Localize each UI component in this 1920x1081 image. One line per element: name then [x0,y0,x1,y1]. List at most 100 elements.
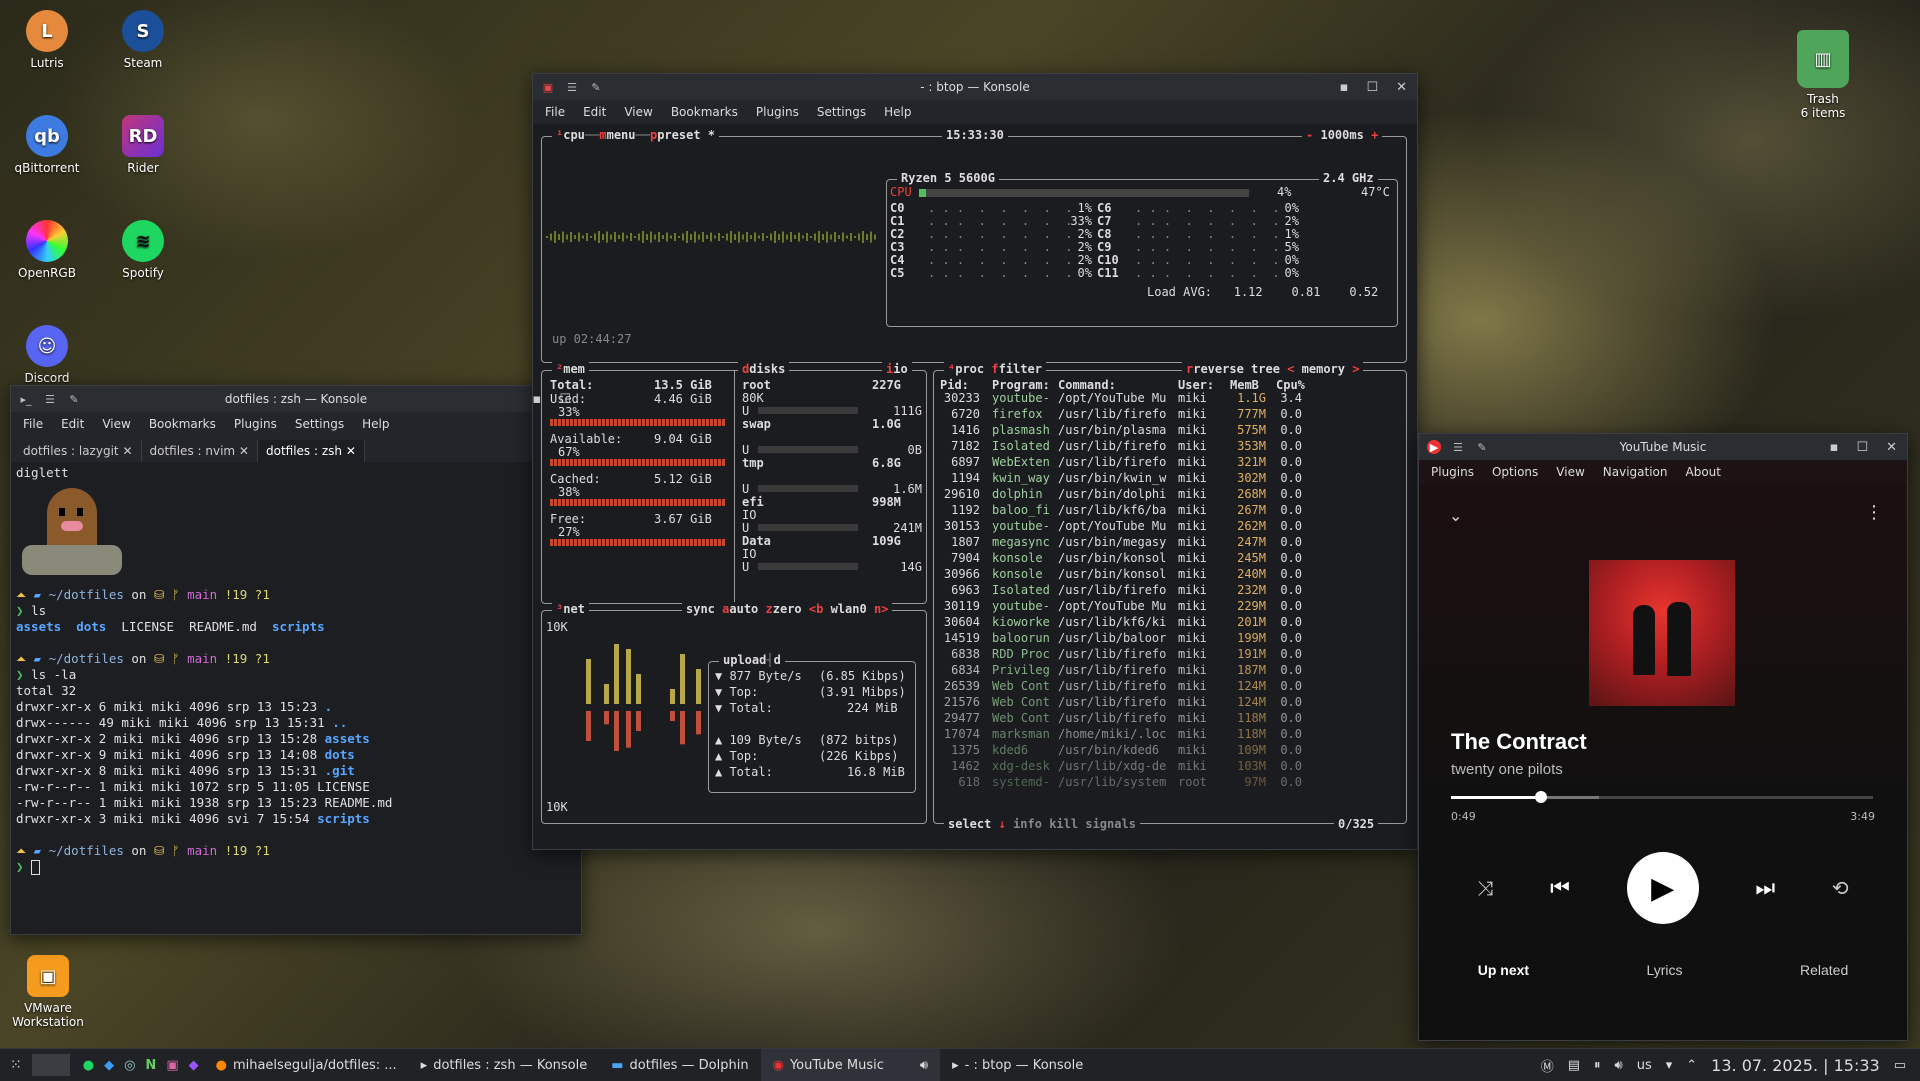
proc-row[interactable]: 26539 Web Cont/usr/lib/firefo miki 124M 0.0 [940,680,1390,693]
proc-row[interactable]: 6963 Isolated/usr/lib/firefo miki 232M 0.0 [940,584,1390,597]
media-pause-icon[interactable]: ⏸ [1594,1058,1601,1073]
proc-row[interactable]: 6720 firefox/usr/lib/firefo miki 777M 0.0 [940,408,1390,421]
song-artist[interactable]: twenty one pilots [1451,761,1563,778]
menu-about[interactable]: About [1686,465,1721,479]
preset-label[interactable]: preset * [657,128,715,142]
keyboard-layout[interactable]: us [1637,1058,1652,1073]
maximize-button[interactable]: ☐ [1366,80,1378,95]
menu-plugins[interactable]: Plugins [234,417,277,431]
proc-row[interactable]: 6838 RDD Proc/usr/lib/firefo miki 191M 0.0 [940,648,1390,661]
tab-lyrics[interactable]: Lyrics [1647,962,1683,978]
proc-row[interactable]: 1194 kwin_way/usr/bin/kwin_w miki 302M 0.0 [940,472,1390,485]
tab-related[interactable]: Related [1800,962,1848,978]
task-btop[interactable]: ▸ - : btop — Konsole [940,1049,1095,1081]
obsidian-icon[interactable]: ◆ [184,1058,204,1073]
minimize-button[interactable]: ▪ [1340,80,1349,95]
menu-icon[interactable]: ☰ [565,80,579,94]
proc-row[interactable]: 6834 Privileg/usr/lib/firefo miki 187M 0.0 [940,664,1390,677]
menu-edit[interactable]: Edit [61,417,84,431]
menu-navigation[interactable]: Navigation [1603,465,1668,479]
task-dolphin[interactable]: ▬ dotfiles — Dolphin [599,1049,760,1081]
pin-icon[interactable]: ✎ [1475,440,1489,454]
steam-icon[interactable]: ◎ [119,1058,140,1073]
cpu-label[interactable]: cpu [563,128,585,142]
menu-view[interactable]: View [624,105,652,119]
clock[interactable]: 13. 07. 2025. | 15:33 [1711,1056,1880,1075]
proc-reverse[interactable]: reverse [1193,362,1244,376]
progress-bar[interactable] [1451,791,1873,803]
proc-row[interactable]: 1416 plasmash/usr/bin/plasma miki 575M 0.0 [940,424,1390,437]
menu-help[interactable]: Help [884,105,911,119]
maximize-button[interactable]: ☐ [1856,440,1868,455]
rider-icon[interactable]: ▣ [161,1058,183,1073]
close-icon[interactable]: ✕ [122,444,132,458]
tab-lazygit[interactable]: dotfiles : lazygit ✕ [15,440,142,462]
menu-icon[interactable]: ☰ [1451,440,1465,454]
tab-nvim[interactable]: dotfiles : nvim ✕ [142,440,258,462]
previous-icon[interactable]: ⏮ [1550,876,1570,901]
menu-plugins[interactable]: Plugins [756,105,799,119]
menu-bookmarks[interactable]: Bookmarks [671,105,738,119]
proc-row[interactable]: 21576 Web Cont/usr/lib/firefo miki 124M 0.0 [940,696,1390,709]
maximize-button[interactable]: ☐ [559,392,571,407]
proc-sort[interactable]: memory [1302,362,1345,376]
proc-row[interactable]: 7182 Isolated/usr/lib/firefo miki 353M 0.0 [940,440,1390,453]
show-desktop-icon[interactable]: ▭ [1894,1058,1906,1073]
proc-row[interactable]: 29477 Web Cont/usr/lib/firefo miki 118M 0.0 [940,712,1390,725]
megasync-icon[interactable]: Ⓜ [1541,1056,1554,1075]
menu-settings[interactable]: Settings [817,105,866,119]
minimize-button[interactable]: ▪ [1830,440,1839,455]
collapse-button[interactable]: ⌄ [1449,506,1462,525]
menu-view[interactable]: View [102,417,130,431]
menu-bookmarks[interactable]: Bookmarks [149,417,216,431]
desktop-icon-vmware[interactable]: ▣ VMware Workstation [2,955,94,1029]
proc-row[interactable]: 1462 xdg-desk/usr/lib/xdg-de miki 103M 0.0 [940,760,1390,773]
pin-icon[interactable]: ✎ [67,392,81,406]
desktop-icon-rider[interactable]: RD Rider [98,115,188,175]
close-button[interactable]: ✕ [1886,440,1897,455]
desktop-icon-qbittorrent[interactable]: qb qBittorrent [2,115,92,175]
menu-file[interactable]: File [545,105,565,119]
desktop-icon-trash[interactable]: ▥ Trash 6 items [1778,30,1868,120]
tray-expand-icon[interactable]: ⌃ [1686,1058,1697,1073]
proc-row[interactable]: 30153 youtube-/opt/YouTube Mu miki 262M 0.0 [940,520,1390,533]
menu-options[interactable]: Options [1492,465,1538,479]
close-icon[interactable]: ✕ [346,444,356,458]
menu-help[interactable]: Help [362,417,389,431]
menu-plugins[interactable]: Plugins [1431,465,1474,479]
volume-icon[interactable]: 🔊︎ [1615,1058,1623,1073]
terminal-output[interactable]: diglett ⏶ ▰ ~/dotfiles on ⛁ ᚠ main !19 ?… [11,462,581,875]
proc-row[interactable]: 6897 WebExten/usr/lib/firefo miki 321M 0.0 [940,456,1390,469]
close-icon[interactable]: ✕ [239,444,249,458]
tab-up-next[interactable]: Up next [1478,962,1529,978]
song-title[interactable]: The Contract [1451,729,1587,755]
menu-file[interactable]: File [23,417,43,431]
proc-row[interactable]: 30604 kioworke/usr/lib/kf6/ki miki 201M 0.0 [940,616,1390,629]
close-button[interactable]: ✕ [1396,80,1407,95]
proc-row[interactable]: 7904 konsole/usr/bin/konsol miki 245M 0.0 [940,552,1390,565]
btop-terminal[interactable]: ¹cpu──mmenu──ppreset * 15:33:30 - 1000ms… [533,124,1417,849]
shuffle-icon[interactable]: ⤨ [1477,876,1493,900]
clipboard-icon[interactable]: ▤ [1568,1058,1580,1073]
proc-row[interactable]: 30233 youtube-/opt/YouTube Mu miki 1.1G 3.4 [940,392,1390,405]
spotify-icon[interactable]: ● [78,1058,99,1073]
proc-row[interactable]: 1192 baloo_fi/usr/lib/kf6/ba miki 267M 0.0 [940,504,1390,517]
vscode-icon[interactable]: ◆ [99,1058,119,1073]
desktop-icon-spotify[interactable]: ≋ Spotify [98,220,188,280]
proc-filter[interactable]: filter [999,362,1042,376]
proc-row[interactable]: 30966 konsole/usr/bin/konsol miki 240M 0.0 [940,568,1390,581]
desktop-icon-steam[interactable]: S Steam [98,10,188,70]
menu-view[interactable]: View [1556,465,1584,479]
menu-edit[interactable]: Edit [583,105,606,119]
proc-row[interactable]: 14519 baloorun/usr/lib/baloor miki 199M 0.0 [940,632,1390,645]
proc-row[interactable]: 17074 marksman/home/miki/.loc miki 118M 0.0 [940,728,1390,741]
menu-settings[interactable]: Settings [295,417,344,431]
desktop-icon-discord[interactable]: ☺ Discord [2,325,92,385]
next-icon[interactable]: ⏭ [1755,876,1775,901]
proc-row[interactable]: 30119 youtube-/opt/YouTube Mu miki 229M 0.0 [940,600,1390,613]
desktop-icon-openrgb[interactable]: OpenRGB [2,220,92,280]
task-zsh[interactable]: ▸ dotfiles : zsh — Konsole [409,1049,600,1081]
neovim-icon[interactable]: N [140,1058,161,1073]
menu-icon[interactable]: ☰ [43,392,57,406]
proc-row[interactable]: 618 systemd-/usr/lib/system root 97M 0.0 [940,776,1390,789]
